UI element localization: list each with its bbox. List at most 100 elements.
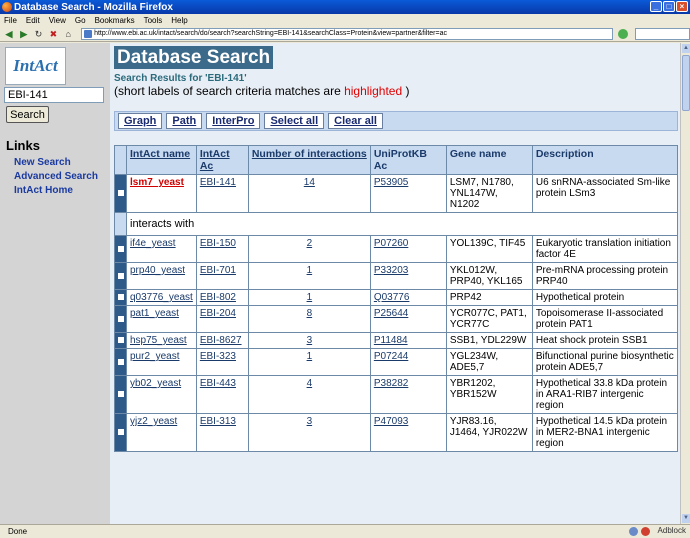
minimize-button[interactable]: _ — [650, 1, 662, 12]
results-summary: Search Results for 'EBI-141' — [114, 73, 247, 84]
forward-icon[interactable]: ▶ — [18, 28, 30, 40]
menu-view[interactable]: View — [49, 16, 66, 25]
cell-description: Pre-mRNA processing protein PRP40 — [531, 262, 679, 290]
cell-interaction-count[interactable]: 4 — [247, 375, 371, 414]
table-row: pat1_yeast EBI-204 8 P25644 YCR077C, PAT1, Y… — [114, 305, 679, 333]
row-checkbox[interactable] — [114, 174, 127, 213]
status-bar: Done Adblock — [0, 524, 690, 538]
graph-button[interactable]: Graph — [118, 113, 163, 129]
cell-description: Bifunctional purine biosynthetic protein… — [531, 348, 679, 376]
cell-intact-ac[interactable]: EBI-141 — [195, 174, 249, 213]
cell-interaction-count[interactable]: 1 — [247, 348, 371, 376]
results-table: IntAct name IntAct Ac Number of interact… — [114, 145, 679, 452]
cell-intact-ac[interactable]: EBI-802 — [195, 289, 249, 306]
cell-intact-ac[interactable]: EBI-443 — [195, 375, 249, 414]
row-checkbox[interactable] — [114, 235, 127, 263]
menu-file[interactable]: File — [4, 16, 17, 25]
cell-intact-ac[interactable]: EBI-8627 — [195, 332, 249, 349]
maximize-button[interactable]: □ — [663, 1, 675, 12]
header-number-of-interactions[interactable]: Number of interactions — [247, 145, 371, 175]
header-description: Description — [531, 145, 679, 175]
menu-tools[interactable]: Tools — [144, 16, 163, 25]
cell-uniprot-ac[interactable]: Q03776 — [369, 289, 447, 306]
menu-edit[interactable]: Edit — [26, 16, 40, 25]
row-checkbox[interactable] — [114, 332, 127, 349]
header-intact-name[interactable]: IntAct name — [126, 145, 197, 175]
cell-gene-name: SSB1, YDL229W — [445, 332, 533, 349]
interpro-button[interactable]: InterPro — [206, 113, 261, 129]
cell-interaction-count[interactable]: 2 — [247, 235, 371, 263]
logo-text: IntAct — [13, 56, 58, 75]
cell-interaction-count[interactable]: 14 — [247, 174, 371, 213]
cell-intact-ac[interactable]: EBI-701 — [195, 262, 249, 290]
back-icon[interactable]: ◀ — [3, 28, 15, 40]
cell-intact-ac[interactable]: EBI-323 — [195, 348, 249, 376]
cell-uniprot-ac[interactable]: P38282 — [369, 375, 447, 414]
adblock-label[interactable]: Adblock — [658, 526, 686, 535]
cell-uniprot-ac[interactable]: P11484 — [369, 332, 447, 349]
cell-interaction-count[interactable]: 1 — [247, 262, 371, 290]
row-checkbox[interactable] — [114, 289, 127, 306]
row-checkbox[interactable] — [114, 348, 127, 376]
page-favicon-icon — [84, 29, 93, 38]
row-checkbox[interactable] — [114, 262, 127, 290]
path-button[interactable]: Path — [166, 113, 203, 129]
row-checkbox[interactable] — [114, 305, 127, 333]
cell-intact-name[interactable]: q03776_yeast — [126, 289, 197, 306]
table-row: pur2_yeast EBI-323 1 P07244 YGL234W, ADE5,7 B… — [114, 348, 679, 376]
select-all-button[interactable]: Select all — [264, 113, 325, 129]
cell-uniprot-ac[interactable]: P07244 — [369, 348, 447, 376]
scroll-down-icon[interactable]: ▼ — [682, 514, 690, 523]
row-checkbox[interactable] — [114, 413, 127, 452]
row-checkbox[interactable] — [114, 375, 127, 414]
menu-go[interactable]: Go — [75, 16, 86, 25]
close-window-button[interactable]: × — [676, 1, 688, 12]
advanced-search-link[interactable]: Advanced Search — [14, 171, 98, 182]
table-row: yb02_yeast EBI-443 4 P38282 YBR1202, YBR152W… — [114, 375, 679, 414]
cell-intact-ac[interactable]: EBI-204 — [195, 305, 249, 333]
cell-interaction-count[interactable]: 3 — [247, 332, 371, 349]
cell-intact-name[interactable]: yjz2_yeast — [126, 413, 197, 452]
header-intact-ac[interactable]: IntAct Ac — [195, 145, 249, 175]
cell-uniprot-ac[interactable]: P47093 — [369, 413, 447, 452]
stop-icon[interactable]: ✖ — [47, 28, 59, 40]
adblock-status-icon — [641, 527, 650, 536]
cell-description: Eukaryotic translation initiation factor… — [531, 235, 679, 263]
new-search-link[interactable]: New Search — [14, 157, 71, 168]
cell-intact-ac[interactable]: EBI-150 — [195, 235, 249, 263]
cell-intact-name[interactable]: prp40_yeast — [126, 262, 197, 290]
address-bar[interactable]: http://www.ebi.ac.uk/intact/search/do/se… — [81, 27, 613, 40]
search-button[interactable]: Search — [6, 106, 49, 123]
cell-intact-name[interactable]: hsp75_yeast — [126, 332, 197, 349]
go-icon[interactable] — [617, 28, 628, 39]
browser-search-box[interactable] — [634, 27, 690, 40]
cell-intact-name[interactable]: yb02_yeast — [126, 375, 197, 414]
cell-gene-name: YOL139C, TIF45 — [445, 235, 533, 263]
search-input[interactable] — [4, 87, 104, 103]
hint-before: (short labels of search criteria matches… — [114, 84, 345, 98]
cell-intact-name[interactable]: pat1_yeast — [126, 305, 197, 333]
vertical-scrollbar[interactable]: ▲ ▼ — [680, 43, 690, 524]
cell-uniprot-ac[interactable]: P07260 — [369, 235, 447, 263]
cell-uniprot-ac[interactable]: P25644 — [369, 305, 447, 333]
cell-interaction-count[interactable]: 3 — [247, 413, 371, 452]
intact-logo[interactable]: IntAct — [5, 47, 66, 85]
cell-intact-name[interactable]: lsm7_yeast — [126, 174, 197, 213]
cell-uniprot-ac[interactable]: P53905 — [369, 174, 447, 213]
cell-interaction-count[interactable]: 8 — [247, 305, 371, 333]
clear-all-button[interactable]: Clear all — [328, 113, 383, 129]
reload-icon[interactable]: ↻ — [33, 28, 45, 40]
menu-bookmarks[interactable]: Bookmarks — [95, 16, 135, 25]
scroll-up-icon[interactable]: ▲ — [682, 44, 690, 53]
cell-intact-ac[interactable]: EBI-313 — [195, 413, 249, 452]
navigation-toolbar: ◀ ▶ ↻ ✖ ⌂ http://www.ebi.ac.uk/intact/se… — [0, 26, 690, 42]
menu-help[interactable]: Help — [171, 16, 187, 25]
cell-uniprot-ac[interactable]: P33203 — [369, 262, 447, 290]
cell-interaction-count[interactable]: 1 — [247, 289, 371, 306]
results-table-wrapper: IntAct name IntAct Ac Number of interact… — [114, 145, 679, 452]
scrollbar-thumb[interactable] — [682, 55, 690, 111]
home-icon[interactable]: ⌂ — [62, 28, 74, 40]
intact-home-link[interactable]: IntAct Home — [14, 185, 73, 196]
cell-intact-name[interactable]: if4e_yeast — [126, 235, 197, 263]
cell-intact-name[interactable]: pur2_yeast — [126, 348, 197, 376]
